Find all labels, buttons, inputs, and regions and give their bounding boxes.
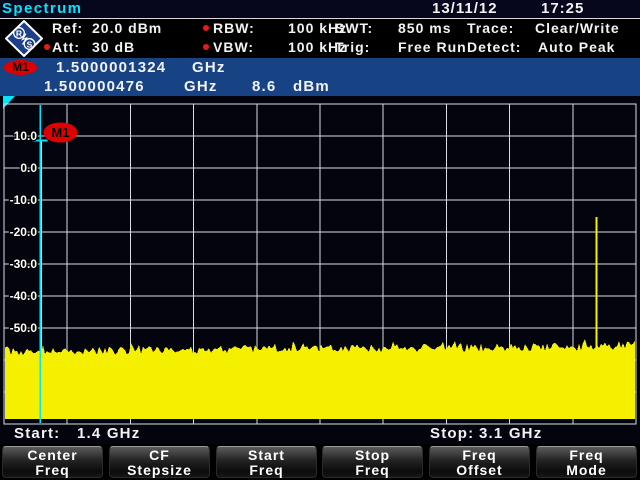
- spectrum-analyzer-screen: Spectrum 13/11/12 17:25 R S Ref: 20.0 dB…: [0, 0, 640, 480]
- title-bar: Spectrum 13/11/12 17:25: [0, 0, 640, 19]
- spectrum-plot: M1 10.0 0.0 -10.0 -20.0 -30.0 -40.0 -50.0: [0, 96, 640, 444]
- marker-m1-level-unit: dBm: [293, 78, 330, 95]
- start-freq-label: Start:: [14, 425, 60, 442]
- marker-m1-freq-value: 1.500000476: [44, 78, 145, 95]
- sweep-time-label: SWT:: [335, 20, 373, 36]
- att-changed-bullet-icon: [44, 44, 50, 50]
- softkey-label: Freq: [537, 448, 636, 463]
- softkey-freq-offset[interactable]: Freq Offset: [429, 446, 530, 478]
- graph-area: M1 10.0 0.0 -10.0 -20.0 -30.0 -40.0 -50.0: [0, 96, 640, 444]
- y-axis-tick-label: -20.0: [10, 225, 38, 239]
- signal-peak: [596, 217, 598, 419]
- softkey-stop-freq[interactable]: Stop Freq: [322, 446, 423, 478]
- marker-info-bar: C 1.5000001324 GHz M1 1.500000476 GHz 8.…: [0, 58, 640, 96]
- mode-title: Spectrum: [2, 0, 82, 18]
- vbw-changed-bullet-icon: [203, 44, 209, 50]
- ref-level-label: Ref:: [52, 20, 83, 36]
- settings-header: R S Ref: 20.0 dBm RBW: 100 kHz SWT: 850 …: [0, 19, 640, 58]
- time-label: 17:25: [541, 0, 584, 18]
- softkey-label: Offset: [430, 463, 529, 478]
- center-freq-unit: GHz: [192, 59, 226, 76]
- svg-text:S: S: [27, 39, 33, 49]
- marker-m1-level-value: 8.6: [252, 78, 276, 95]
- y-axis-tick-label: -50.0: [10, 321, 38, 335]
- rbw-changed-bullet-icon: [203, 25, 209, 31]
- marker-m1-freq-unit: GHz: [184, 78, 218, 95]
- y-axis-tick-label: -10.0: [10, 193, 38, 207]
- stop-freq-label: Stop:: [430, 425, 474, 442]
- y-axis-tick-label: -40.0: [10, 289, 38, 303]
- marker-m1-line: [39, 105, 41, 423]
- marker-m1-badge-label: M1: [51, 125, 69, 140]
- softkey-label: Freq: [323, 463, 422, 478]
- trigger-value: Free Run: [398, 39, 467, 55]
- y-axis-tick-label: -30.0: [10, 257, 38, 271]
- svg-text:R: R: [16, 28, 22, 38]
- softkey-freq-mode[interactable]: Freq Mode: [536, 446, 637, 478]
- sweep-time-value: 850 ms: [398, 20, 451, 36]
- attenuation-label: Att:: [52, 39, 80, 55]
- y-axis-tick-label: 10.0: [14, 129, 38, 143]
- softkey-cf-stepsize[interactable]: CF Stepsize: [109, 446, 210, 478]
- softkey-label: Freq: [430, 448, 529, 463]
- softkey-label: Freq: [217, 463, 316, 478]
- softkey-label: Stepsize: [110, 463, 209, 478]
- softkey-bar: Center Freq CF Stepsize Start Freq Stop …: [0, 444, 640, 480]
- ref-level-value: 20.0 dBm: [92, 20, 162, 36]
- marker-m1-row-badge: M1: [4, 60, 37, 75]
- attenuation-value: 30 dB: [92, 39, 135, 55]
- softkey-label: CF: [110, 448, 209, 463]
- update-indicator-icon: [3, 96, 15, 109]
- trace-mode-label: Trace:: [467, 20, 514, 36]
- rbw-label: RBW:: [213, 20, 255, 36]
- trace-mode-value: Clear/Write: [535, 20, 620, 36]
- noise-floor-trace: [5, 339, 635, 419]
- softkey-label: Center: [3, 448, 102, 463]
- rs-logo-icon: R S: [5, 20, 43, 57]
- vbw-label: VBW:: [213, 39, 254, 55]
- softkey-label: Stop: [323, 448, 422, 463]
- softkey-start-freq[interactable]: Start Freq: [216, 446, 317, 478]
- detector-label: Detect:: [467, 39, 521, 55]
- date-label: 13/11/12: [432, 0, 498, 18]
- softkey-label: Start: [217, 448, 316, 463]
- center-freq-value: 1.5000001324: [56, 59, 166, 76]
- softkey-center-freq[interactable]: Center Freq: [2, 446, 103, 478]
- trigger-label: Trig:: [335, 39, 370, 55]
- softkey-label: Freq: [3, 463, 102, 478]
- stop-freq-value: 3.1 GHz: [479, 425, 542, 442]
- softkey-label: Mode: [537, 463, 636, 478]
- detector-value: Auto Peak: [538, 39, 615, 55]
- start-freq-value: 1.4 GHz: [77, 425, 140, 442]
- y-axis-tick-label: 0.0: [20, 161, 37, 175]
